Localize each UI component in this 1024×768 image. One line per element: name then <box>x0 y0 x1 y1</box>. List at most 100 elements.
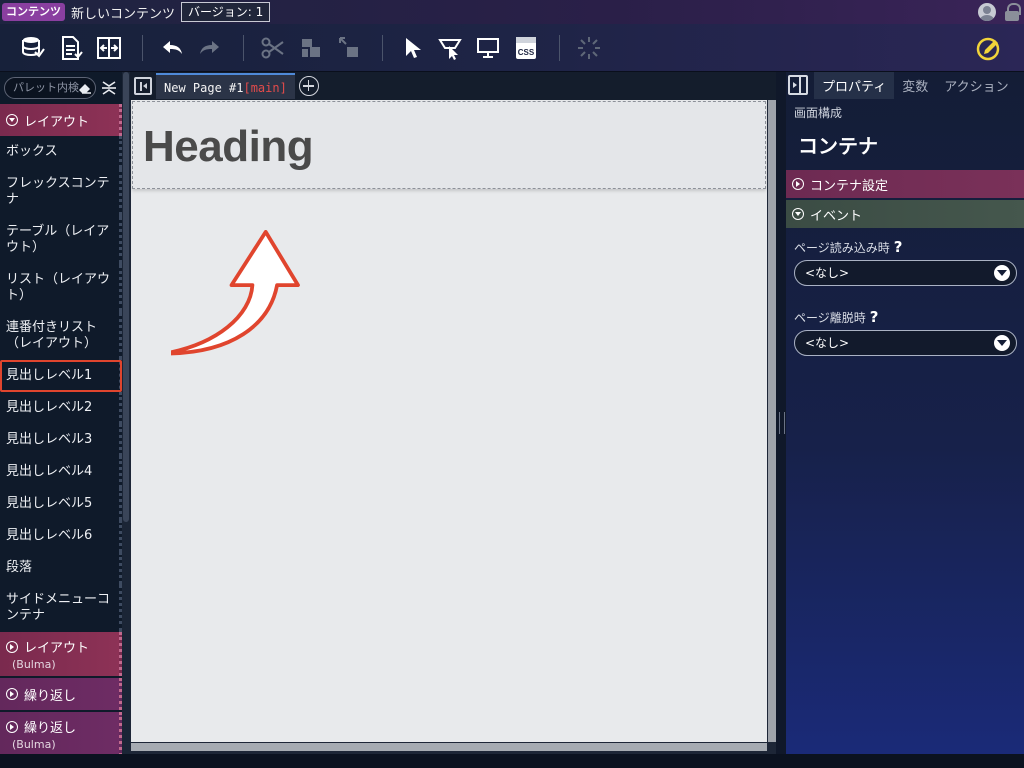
eraser-icon[interactable] <box>78 81 92 95</box>
avatar-icon[interactable] <box>978 3 996 21</box>
properties-tabs: プロパティ 変数 アクション <box>786 71 1024 99</box>
up-arrow-icon <box>171 230 300 356</box>
category-repeat-bulma[interactable]: 繰り返し (Bulma) <box>0 712 122 756</box>
heading-text[interactable]: Heading <box>143 122 314 172</box>
edit-mode-button[interactable] <box>972 31 1006 65</box>
status-bar <box>0 754 1024 768</box>
page-load-select-value: <なし> <box>805 266 850 280</box>
redo-button[interactable] <box>193 31 227 65</box>
chevron-down-icon <box>994 335 1010 351</box>
page-load-label: ページ読み込み時 <box>794 240 890 255</box>
canvas-vscroll-thumb[interactable] <box>768 100 776 742</box>
selected-element-title: コンテナ <box>798 134 878 158</box>
palette-item-heading-level-6[interactable]: 見出しレベル6 <box>0 520 122 552</box>
spinner-icon <box>578 36 600 59</box>
design-canvas[interactable]: Heading <box>131 100 767 742</box>
page-tab-tag: [main] <box>243 81 287 95</box>
add-page-icon[interactable] <box>298 76 319 96</box>
lock-icon[interactable] <box>1004 2 1021 22</box>
palette-search-input[interactable]: パレット内検 <box>4 77 96 99</box>
version-box[interactable]: バージョン: 1 <box>181 2 271 22</box>
category-layout[interactable]: レイアウト <box>0 104 122 136</box>
page-tab[interactable]: New Page #1[main] <box>156 73 295 99</box>
content-name: 新しいコンテンツ <box>71 6 176 22</box>
palette-item-label: リスト（レイアウト） <box>6 272 111 303</box>
tab-actions[interactable]: アクション <box>936 72 1016 99</box>
page-leave-select-value: <なし> <box>805 336 850 350</box>
properties-panel: プロパティ 変数 アクション 画面構成 コンテナ コンテナ設定 イベント ページ… <box>786 71 1024 754</box>
paste-button[interactable] <box>332 31 366 65</box>
document-icon <box>62 35 83 60</box>
palette-item-label: ボックス <box>6 144 58 159</box>
split-button[interactable] <box>92 31 126 65</box>
heading-container[interactable]: Heading <box>132 101 766 189</box>
database-button[interactable] <box>16 31 50 65</box>
palette-item-label: テーブル（レイアウト） <box>6 224 110 255</box>
palette-item-label: 連番付きリスト（レイアウト） <box>6 320 98 351</box>
section-event-label: イベント <box>810 208 863 224</box>
palette-item-label: 見出しレベル1 <box>6 368 93 383</box>
spinner-button[interactable] <box>572 31 606 65</box>
undo-button[interactable] <box>155 31 189 65</box>
page-leave-select[interactable]: <なし> <box>794 330 1017 356</box>
split-icon <box>97 36 121 59</box>
canvas-vertical-scrollbar[interactable] <box>768 100 776 742</box>
preview-button[interactable] <box>471 31 505 65</box>
palette-item-heading-level-1[interactable]: 見出しレベル1 <box>0 360 122 392</box>
section-container-settings[interactable]: コンテナ設定 <box>786 170 1024 198</box>
css-button[interactable]: CSS <box>509 31 543 65</box>
palette-item-heading-level-5[interactable]: 見出しレベル5 <box>0 488 122 520</box>
collapse-left-panel-icon[interactable] <box>134 77 152 95</box>
help-icon[interactable]: ? <box>894 238 903 256</box>
paste-icon <box>339 36 358 57</box>
collapse-all-icon[interactable] <box>100 79 118 97</box>
page-load-select[interactable]: <なし> <box>794 260 1017 286</box>
document-button[interactable] <box>54 31 88 65</box>
canvas-horizontal-scrollbar[interactable] <box>131 743 767 751</box>
palette-item-heading-level-3[interactable]: 見出しレベル3 <box>0 424 122 456</box>
expand-right-icon <box>6 720 18 733</box>
palette-item-label: 見出しレベル6 <box>6 528 93 543</box>
editor-area: New Page #1[main] Heading <box>130 72 776 754</box>
help-icon[interactable]: ? <box>870 308 879 326</box>
expand-right-icon <box>6 640 18 653</box>
copy-button[interactable] <box>294 31 328 65</box>
field-label-page-leave: ページ離脱時 ? <box>786 300 1024 330</box>
title-bar: コンテンツ 新しいコンテンツ バージョン: 1 <box>0 0 1024 24</box>
toolbar-separator <box>142 34 143 61</box>
content-badge[interactable]: コンテンツ <box>2 3 65 21</box>
category-layout-bulma[interactable]: レイアウト (Bulma) <box>0 632 122 676</box>
palette-search-row: パレット内検 <box>0 72 122 104</box>
palette-scroll-thumb[interactable] <box>123 72 129 522</box>
css-icon: CSS <box>516 36 536 59</box>
undo-icon <box>163 40 182 54</box>
palette-item-label: 見出しレベル2 <box>6 400 93 415</box>
palette-scrollbar[interactable] <box>122 72 130 754</box>
expand-right-icon <box>792 178 804 190</box>
collapse-right-panel-icon[interactable] <box>788 75 808 95</box>
palette-item-label: 見出しレベル3 <box>6 432 93 447</box>
tab-properties[interactable]: プロパティ <box>814 71 895 99</box>
select-button[interactable] <box>395 31 429 65</box>
palette-item-list-layout[interactable]: リスト（レイアウト） <box>0 264 122 312</box>
palette-item-heading-level-4[interactable]: 見出しレベル4 <box>0 456 122 488</box>
tab-variables[interactable]: 変数 <box>894 72 936 99</box>
hover-button[interactable] <box>433 31 467 65</box>
screen-structure-link[interactable]: 画面構成 <box>786 98 1024 120</box>
section-event[interactable]: イベント <box>786 200 1024 228</box>
palette-item-paragraph[interactable]: 段落 <box>0 552 122 584</box>
palette-item-box[interactable]: ボックス <box>0 136 122 168</box>
palette-item-flex-container[interactable]: フレックスコンテナ <box>0 168 122 216</box>
expand-right-icon <box>6 688 18 700</box>
toolbar-separator <box>382 34 383 61</box>
field-label-page-load: ページ読み込み時 ? <box>786 230 1024 260</box>
cut-button[interactable] <box>256 31 290 65</box>
palette-item-ordered-list-layout[interactable]: 連番付きリスト（レイアウト） <box>0 312 122 360</box>
select-icon <box>406 37 421 58</box>
palette-item-side-menu-container[interactable]: サイドメニューコンテナ <box>0 584 122 632</box>
copy-icon <box>302 38 320 57</box>
palette-item-table-layout[interactable]: テーブル（レイアウト） <box>0 216 122 264</box>
category-repeat[interactable]: 繰り返し <box>0 678 122 710</box>
palette-item-heading-level-2[interactable]: 見出しレベル2 <box>0 392 122 424</box>
panel-splitter[interactable] <box>776 72 786 754</box>
